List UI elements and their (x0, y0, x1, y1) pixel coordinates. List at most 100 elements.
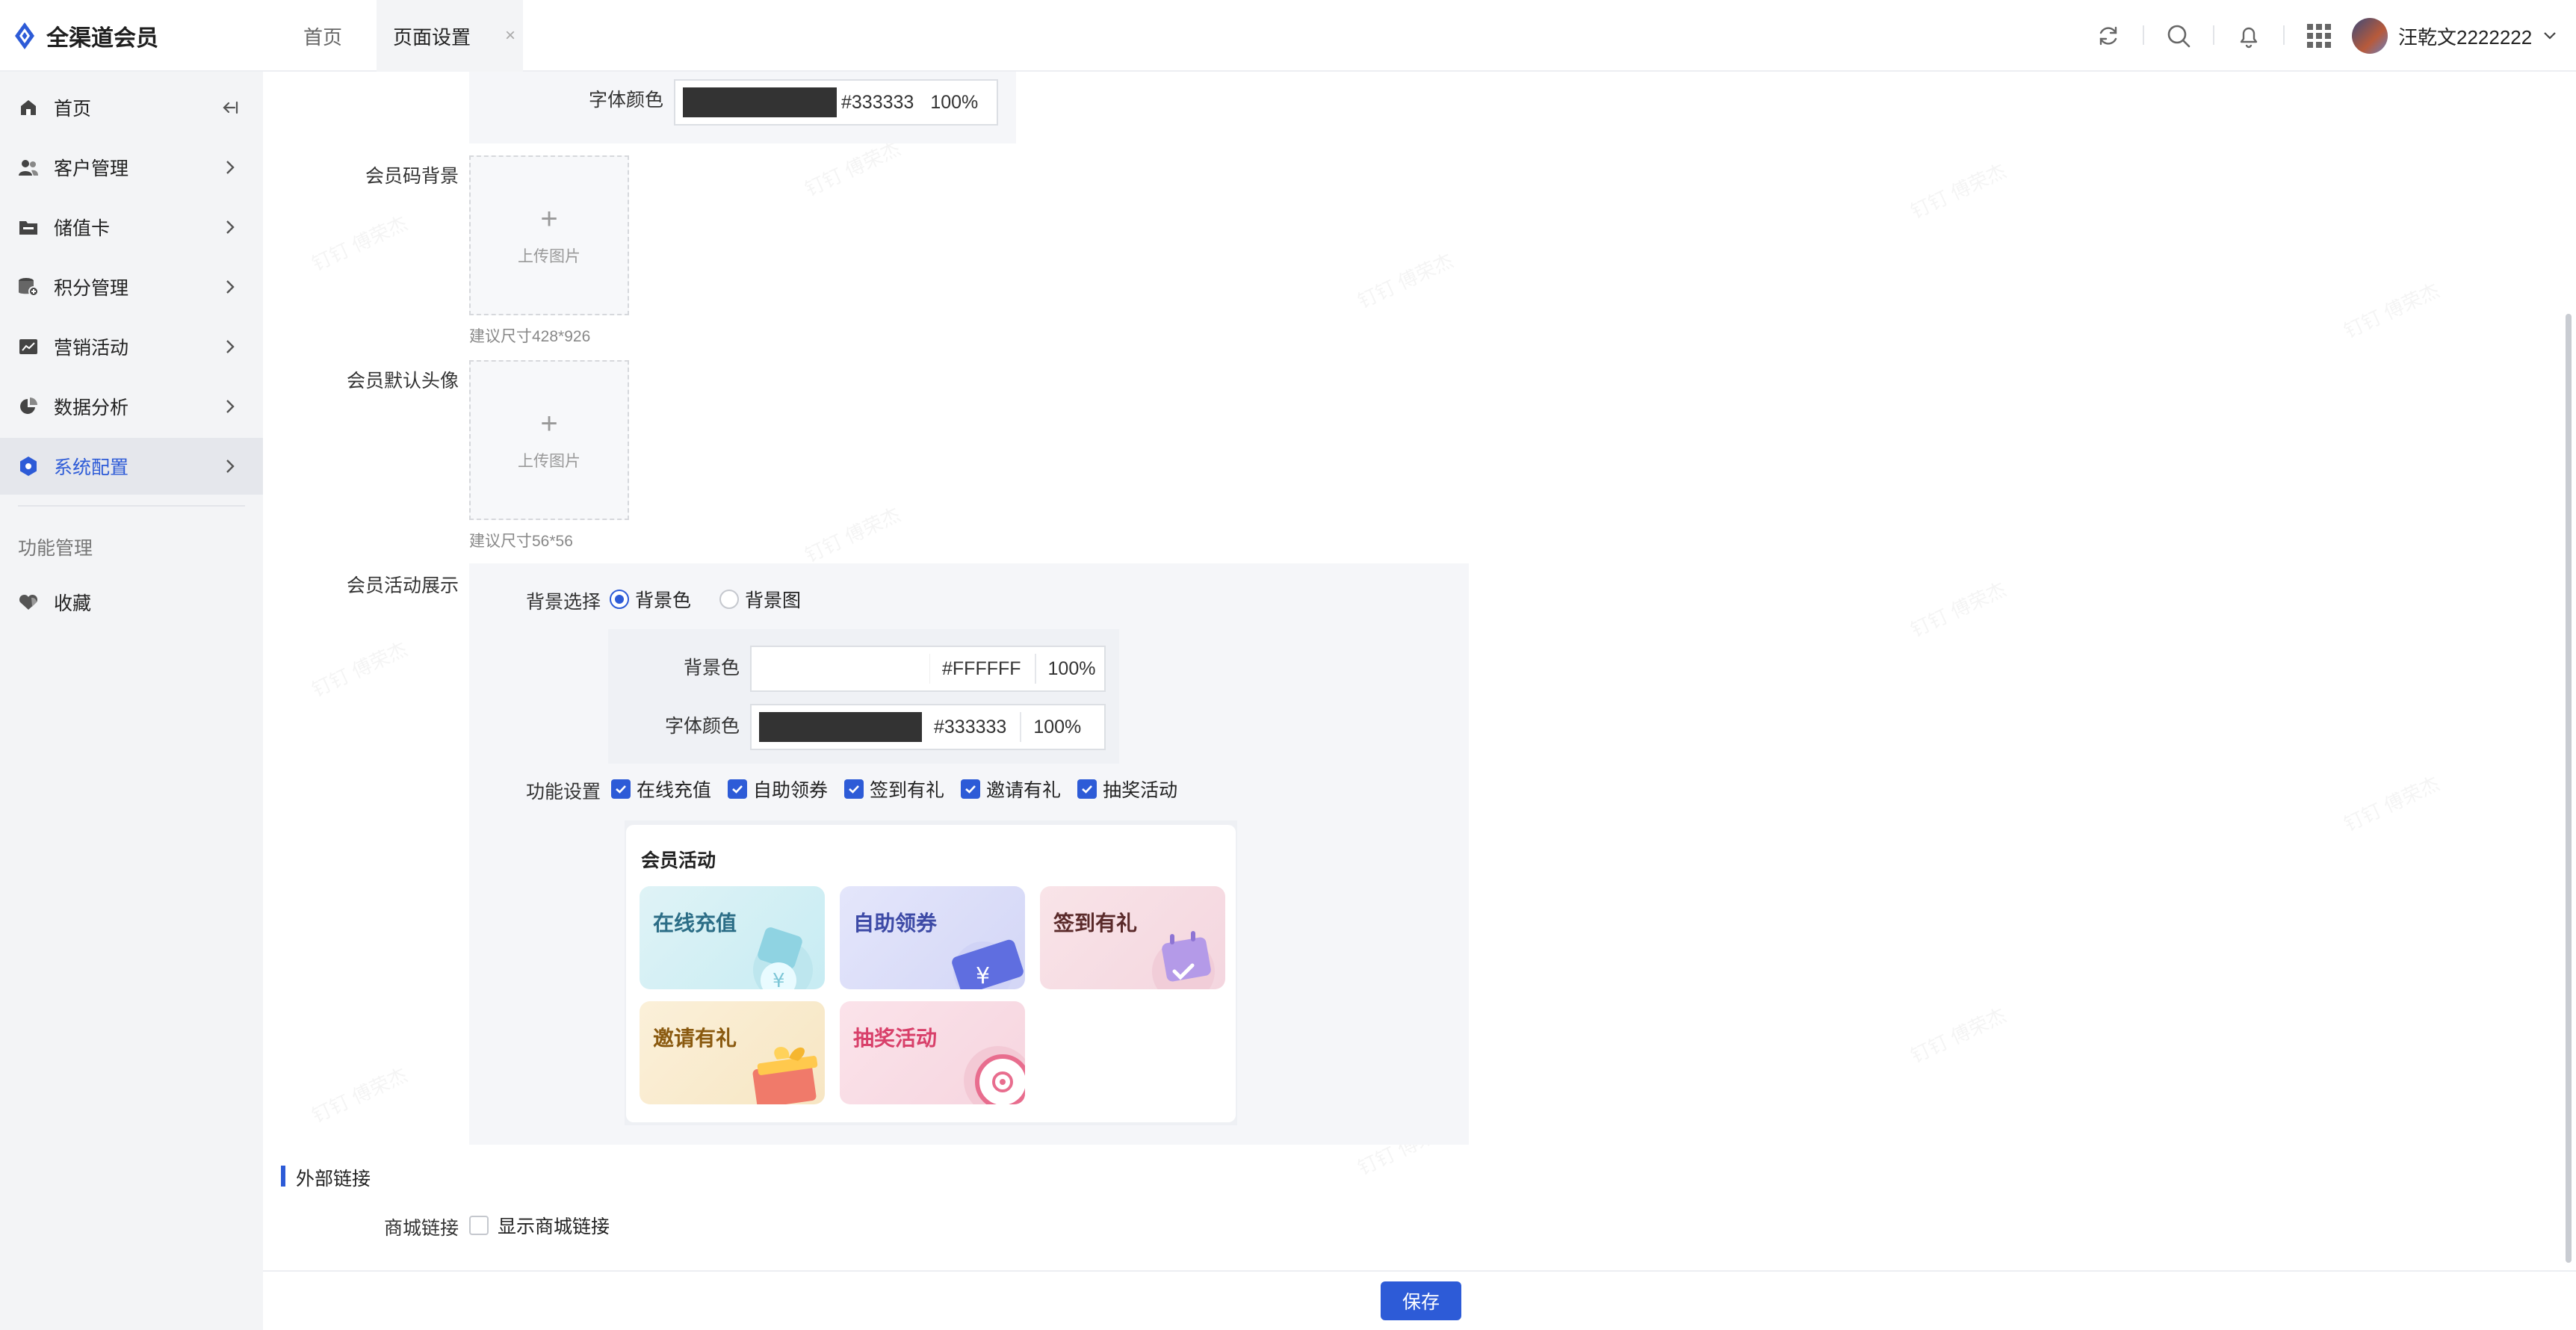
card-title: 在线充值 (653, 912, 737, 935)
size-hint: 建议尺寸56*56 (469, 533, 573, 550)
watermark: 钉钉 傅荣杰 (800, 500, 905, 569)
search-icon[interactable] (2165, 22, 2192, 49)
checkbox-label: 邀请有礼 (986, 780, 1062, 801)
color-hex: #333333 (841, 91, 914, 113)
font-color-picker[interactable]: #333333 100% (750, 704, 1106, 750)
sidebar-item-label: 储值卡 (54, 218, 111, 239)
radio-bg-color[interactable]: 背景色 (610, 586, 691, 613)
sidebar: 首页 客户管理 储值卡 积分管理 营销活动 数据分析 系统配置 功能管理 收藏 (0, 72, 263, 1330)
checkbox-label: 抽奖活动 (1103, 780, 1178, 801)
color-swatch (683, 87, 837, 117)
color-opacity: 100% (930, 91, 979, 113)
checkbox-invite-gift[interactable]: 邀请有礼 (961, 776, 1061, 802)
chevron-down-icon (2544, 32, 2557, 40)
checkbox-self-coupon[interactable]: 自助领券 (728, 776, 828, 802)
sidebar-item-home[interactable]: 首页 (0, 79, 263, 136)
checkbox-sign-in-gift[interactable]: 签到有礼 (844, 776, 944, 802)
sidebar-item-label: 收藏 (54, 593, 92, 614)
chevron-right-icon (226, 460, 235, 473)
field-label: 字体颜色 (588, 90, 663, 111)
color-hex: #FFFFFF (942, 658, 1021, 679)
lottery-wheel-icon (964, 1046, 1025, 1104)
sidebar-item-label: 首页 (54, 99, 92, 120)
sidebar-item-label: 系统配置 (54, 457, 129, 478)
sidebar-item-analytics[interactable]: 数据分析 (0, 378, 263, 435)
sidebar-item-stored-value-card[interactable]: 储值卡 (0, 199, 263, 256)
chart-icon (18, 336, 39, 357)
users-icon (18, 157, 39, 178)
radio-dot (610, 590, 629, 609)
chevron-right-icon (226, 400, 235, 413)
checkbox-checked-icon (728, 779, 748, 799)
nav-group-label: 功能管理 (18, 538, 93, 559)
checkbox-checked-icon (961, 779, 981, 799)
upload-code-bg[interactable]: + 上传图片 (469, 155, 629, 315)
brand[interactable]: 全渠道会员 (13, 19, 158, 52)
svg-text:¥: ¥ (976, 963, 990, 989)
section-accent-bar (281, 1166, 285, 1187)
sidebar-item-label: 营销活动 (54, 338, 129, 359)
bg-color-picker[interactable]: #FFFFFF 100% (750, 646, 1106, 692)
top-bar: 全渠道会员 首页 页面设置 × 汪乾文2222222 (0, 0, 2576, 72)
calendar-icon (1152, 931, 1215, 989)
settings-hex-icon (18, 456, 39, 477)
preview-title: 会员活动 (641, 850, 716, 871)
collapse-sidebar-icon[interactable] (220, 97, 241, 118)
checkbox-online-recharge[interactable]: 在线充值 (611, 776, 711, 802)
field-label: 功能设置 (525, 782, 601, 802)
close-icon[interactable]: × (505, 25, 515, 46)
chevron-right-icon (226, 220, 235, 234)
radio-label: 背景图 (745, 590, 802, 611)
divider (1034, 654, 1036, 684)
pie-chart-icon (18, 396, 39, 417)
checkbox-unchecked-icon (469, 1216, 489, 1235)
color-hex: #333333 (934, 716, 1007, 737)
radio-label: 背景色 (635, 590, 692, 611)
activity-card-invite-gift[interactable]: 邀请有礼 (640, 1001, 825, 1104)
checkbox-checked-icon (611, 779, 631, 799)
field-label: 会员活动展示 (346, 575, 459, 596)
sidebar-item-customers[interactable]: 客户管理 (0, 139, 263, 196)
upload-default-avatar[interactable]: + 上传图片 (469, 360, 629, 520)
watermark: 钉钉 傅荣杰 (307, 634, 412, 703)
tab-label: 首页 (303, 25, 343, 49)
color-opacity: 100% (1033, 716, 1082, 737)
points-icon (18, 276, 39, 297)
chevron-right-icon (226, 161, 235, 174)
tab-page-settings[interactable]: 页面设置 × (377, 0, 523, 72)
activity-card-lottery[interactable]: 抽奖活动 (840, 1001, 1025, 1104)
scrollbar[interactable] (2566, 314, 2572, 1263)
activity-card-self-coupon[interactable]: 自助领券 ¥ (840, 886, 1025, 989)
sidebar-item-label: 客户管理 (54, 158, 129, 179)
radio-bg-image[interactable]: 背景图 (719, 586, 801, 613)
checkbox-lottery[interactable]: 抽奖活动 (1077, 776, 1177, 802)
checkbox-label: 自助领券 (753, 780, 829, 801)
field-label: 会员默认头像 (346, 371, 459, 392)
card-title: 签到有礼 (1053, 912, 1138, 935)
sidebar-item-favorites[interactable]: 收藏 (0, 574, 263, 631)
coupon-icon: ¥ (952, 939, 1024, 989)
refresh-icon[interactable] (2095, 22, 2122, 49)
sidebar-item-points[interactable]: 积分管理 (0, 259, 263, 315)
font-color-picker[interactable]: #333333 100% (674, 79, 998, 126)
divider (2213, 25, 2214, 45)
bell-icon[interactable] (2235, 22, 2262, 49)
tab-home[interactable]: 首页 (285, 0, 360, 72)
sidebar-item-system-config[interactable]: 系统配置 (0, 438, 263, 495)
activity-preview: 会员活动 在线充值 ¥ 自助领券 ¥ 签到有礼 邀请有礼 抽奖活动 (626, 825, 1236, 1122)
svg-text:¥: ¥ (773, 970, 785, 989)
card-title: 自助领券 (853, 912, 938, 935)
field-label: 字体颜色 (664, 716, 740, 737)
user-menu[interactable]: 汪乾文2222222 (2352, 16, 2557, 55)
color-swatch (759, 712, 922, 742)
sidebar-item-marketing[interactable]: 营销活动 (0, 318, 263, 375)
radio-dot (719, 590, 740, 609)
watermark: 钉钉 傅荣杰 (1906, 1000, 2010, 1069)
divider (18, 505, 245, 507)
activity-card-sign-in-gift[interactable]: 签到有礼 (1040, 886, 1225, 989)
section-title: 外部链接 (296, 1169, 371, 1190)
save-button[interactable]: 保存 (1381, 1281, 1461, 1320)
apps-grid-icon[interactable] (2306, 22, 2332, 49)
checkbox-show-mall-link[interactable]: 显示商城链接 (469, 1210, 610, 1240)
activity-card-online-recharge[interactable]: 在线充值 ¥ (640, 886, 825, 989)
